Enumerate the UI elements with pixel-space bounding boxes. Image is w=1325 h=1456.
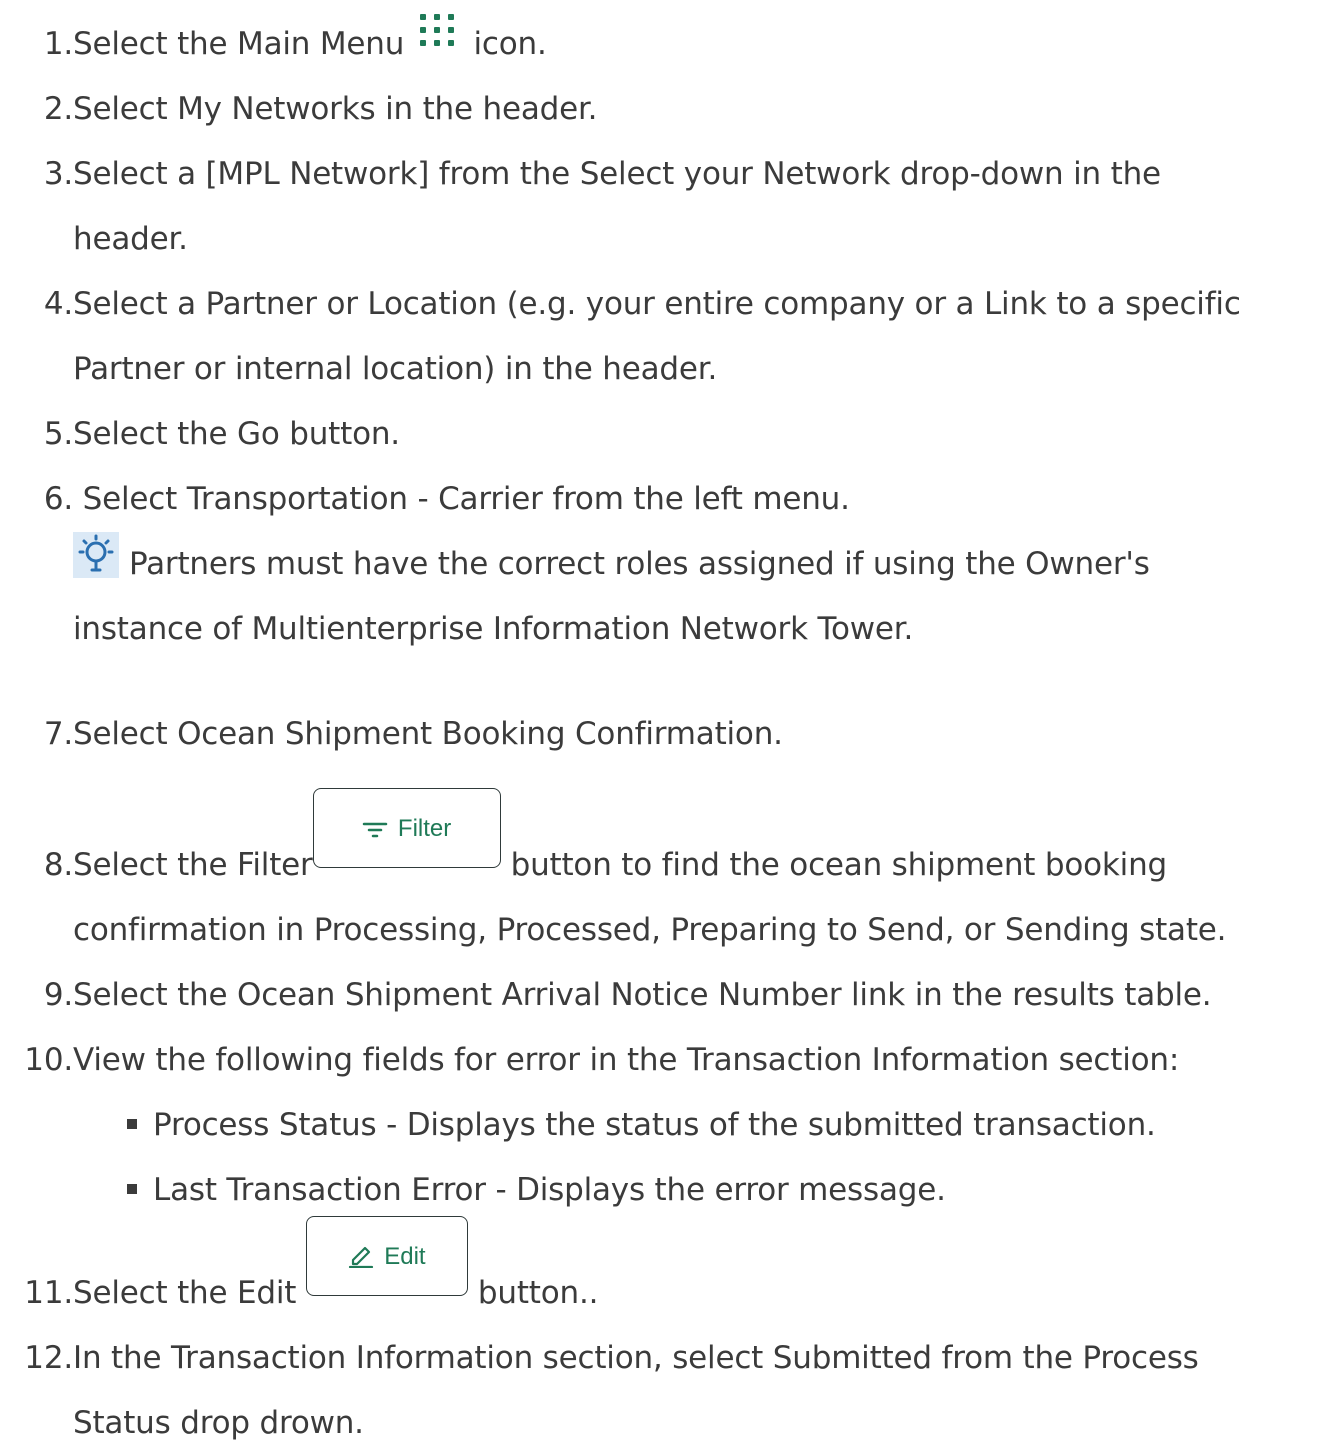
sub-list-item: Process Status - Displays the status of … xyxy=(0,1093,1325,1158)
instruction-list: 1. Select the Main Menu icon. 2. Select … xyxy=(0,12,1325,1456)
step-text: Select a Partner or Location (e.g. your … xyxy=(73,286,1241,322)
sub-item-text: Last Transaction Error - Displays the er… xyxy=(153,1172,946,1208)
step-number: 1. xyxy=(43,26,73,62)
step-text: Status drop drown. xyxy=(73,1405,364,1441)
step-text: Select the Edit xyxy=(73,1275,306,1311)
filter-icon xyxy=(362,822,388,838)
step-7: 7. Select Ocean Shipment Booking Confirm… xyxy=(0,702,1325,767)
step-text: Select the Go button. xyxy=(73,416,400,452)
step-text: In the Transaction Information section, … xyxy=(73,1340,1199,1376)
step-text: button.. xyxy=(477,1275,599,1311)
step-4: 4. Select a Partner or Location (e.g. yo… xyxy=(0,272,1325,402)
step-number: 7. xyxy=(43,716,73,752)
step-12: 12. In the Transaction Information secti… xyxy=(0,1326,1325,1456)
edit-button-label: Edit xyxy=(384,1243,426,1270)
step-text: Select a [MPL Network] from the Select y… xyxy=(73,156,1161,192)
step-text: header. xyxy=(73,221,188,257)
step-number: 8. xyxy=(43,847,73,883)
step-number: 2. xyxy=(43,91,73,127)
lightbulb-icon xyxy=(73,532,119,578)
step-1: 1. Select the Main Menu icon. xyxy=(0,12,1325,77)
step-number: 6. xyxy=(43,481,73,517)
step-text: button to find the ocean shipment bookin… xyxy=(510,847,1168,883)
step-6: 6. Select Transportation - Carrier from … xyxy=(0,467,1325,532)
step-text: Select the Filter xyxy=(73,847,313,883)
step-10: 10. View the following fields for error … xyxy=(0,1028,1325,1093)
step-text: Select Transportation - Carrier from the… xyxy=(73,481,850,517)
step-number: 9. xyxy=(43,977,73,1013)
sub-item-text: Process Status - Displays the status of … xyxy=(153,1107,1156,1143)
filter-button[interactable]: Filter xyxy=(312,788,501,868)
filter-button-label: Filter xyxy=(397,815,452,842)
sub-list-item: Last Transaction Error - Displays the er… xyxy=(0,1158,1325,1223)
step-2: 2. Select My Networks in the header. xyxy=(0,77,1325,142)
step-5: 5. Select the Go button. xyxy=(0,402,1325,467)
step-text: Select the Main Menu xyxy=(73,26,414,62)
step-text: Select My Networks in the header. xyxy=(73,91,598,127)
step-3: 3. Select a [MPL Network] from the Selec… xyxy=(0,142,1325,272)
step-text: Select Ocean Shipment Booking Confirmati… xyxy=(73,716,783,752)
pencil-icon xyxy=(349,1246,374,1269)
step-number: 5. xyxy=(43,416,73,452)
step-text: Partner or internal location) in the hea… xyxy=(73,351,718,387)
edit-button[interactable]: Edit xyxy=(305,1216,468,1296)
bullet xyxy=(127,1183,137,1194)
step-text: icon. xyxy=(463,26,547,62)
step-8: 8. Select the Filter Filter button to find… xyxy=(0,788,1325,963)
grid-menu-icon xyxy=(418,12,458,52)
step-number: 11. xyxy=(24,1275,73,1311)
step-text: confirmation in Processing, Processed, P… xyxy=(73,912,1227,948)
step-number: 10. xyxy=(24,1042,73,1078)
step-text: View the following fields for error in t… xyxy=(73,1042,1180,1078)
step-number: 4. xyxy=(43,286,73,322)
step-9: 9. Select the Ocean Shipment Arrival Not… xyxy=(0,963,1325,1028)
step-number: 3. xyxy=(43,156,73,192)
step-number: 12. xyxy=(24,1340,73,1376)
step-11: 11. Select the Edit Edit button.. xyxy=(0,1216,1325,1326)
tip-text: instance of Multienterprise Information … xyxy=(73,611,914,647)
tip-text: Partners must have the correct roles ass… xyxy=(129,546,1150,582)
step-text: Select the Ocean Shipment Arrival Notice… xyxy=(73,977,1212,1013)
tip-note: Partners must have the correct roles ass… xyxy=(0,532,1325,662)
bullet xyxy=(127,1118,137,1129)
